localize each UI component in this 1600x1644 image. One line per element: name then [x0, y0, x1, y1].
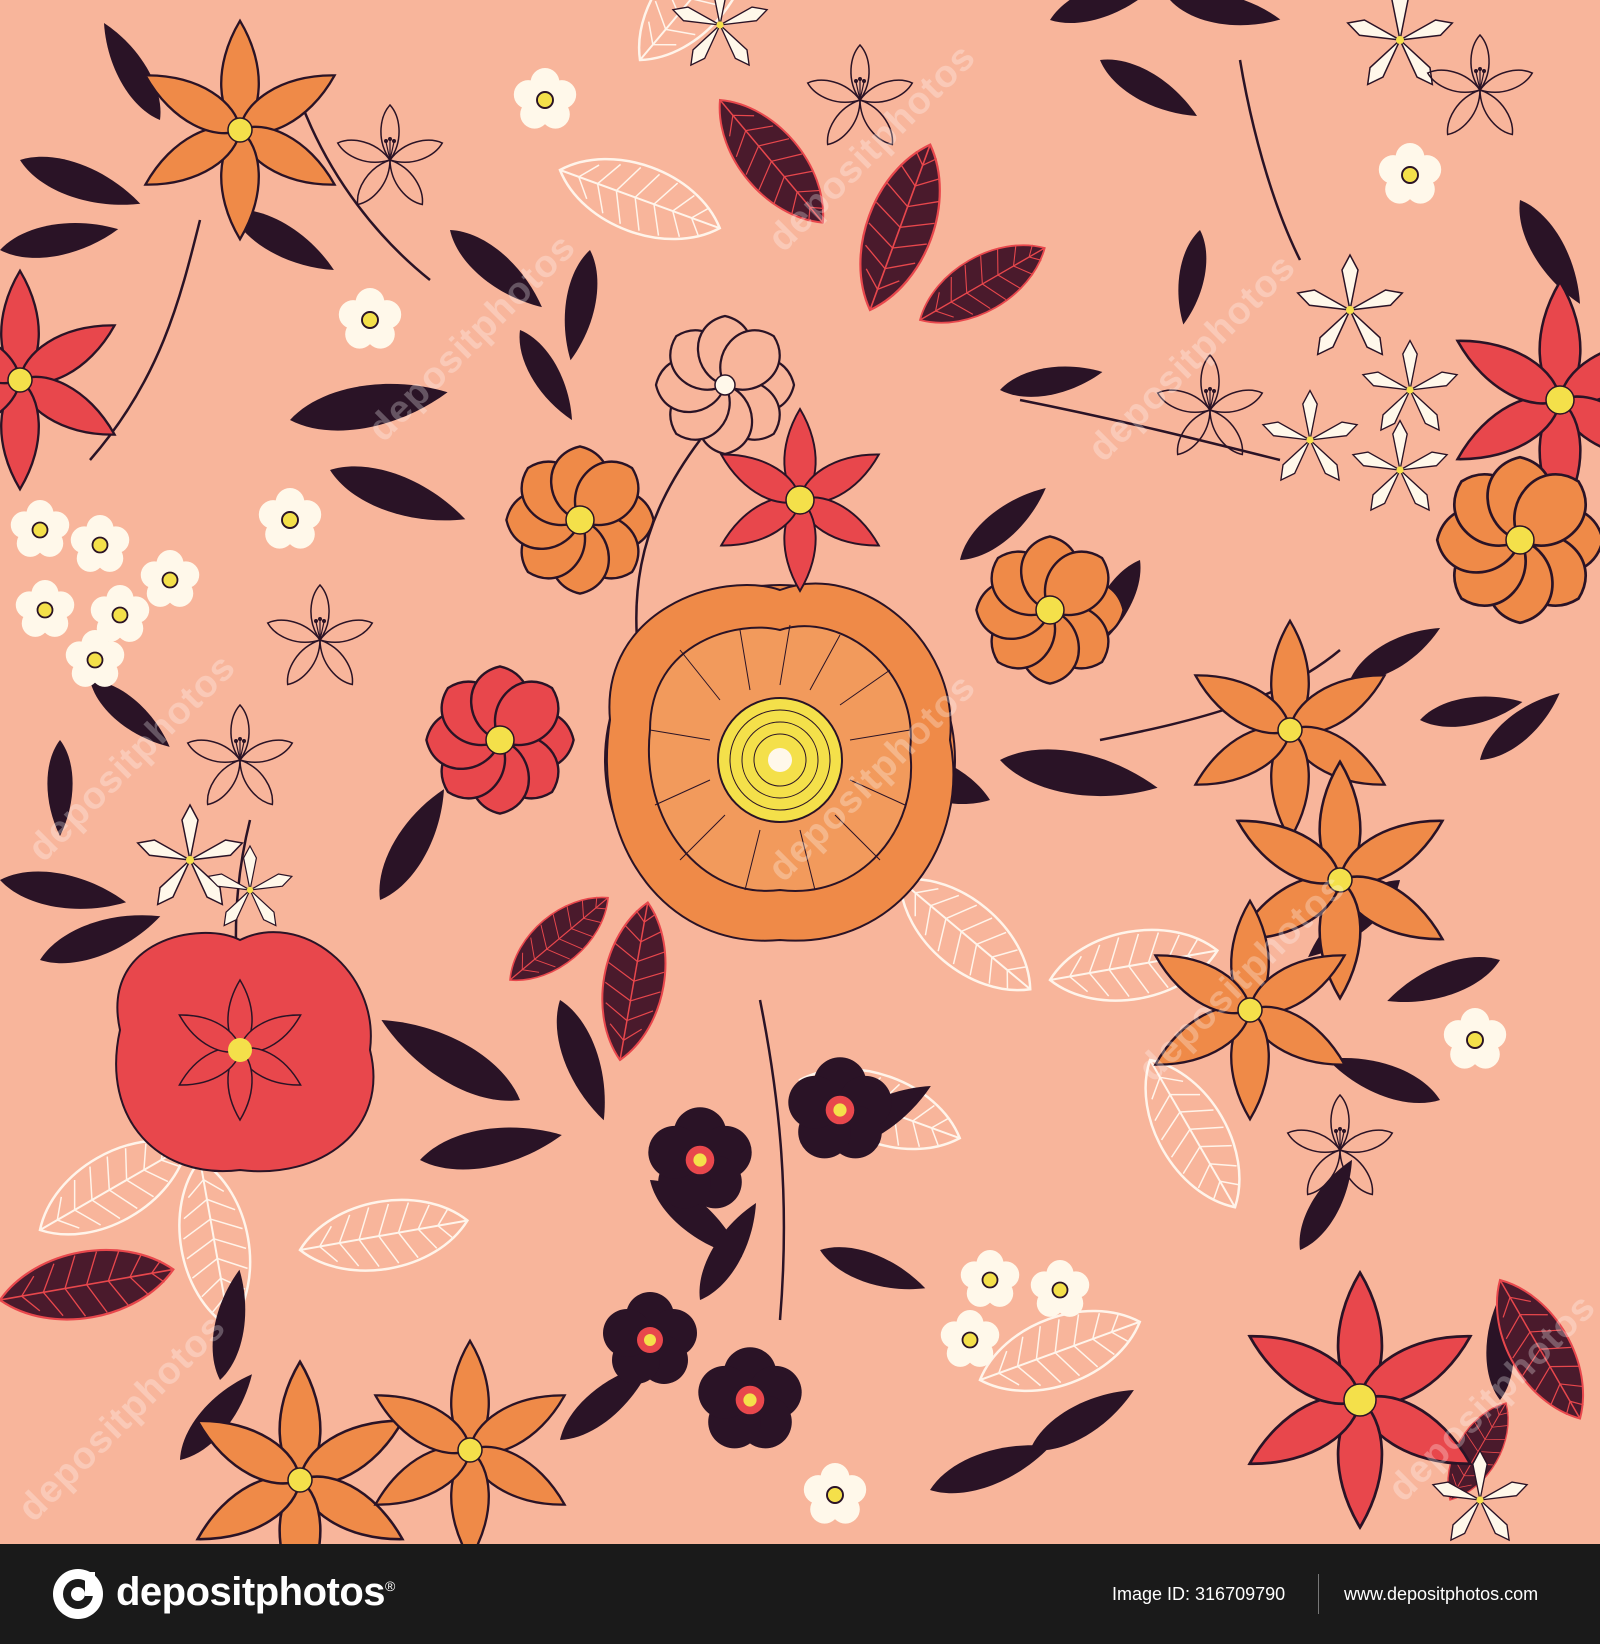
coral-rose-left — [115, 931, 375, 1173]
floral-pattern-artwork: depositphotos depositphotos depositphoto… — [0, 0, 1600, 1544]
central-peony — [604, 582, 956, 942]
orange-daisy-right — [976, 536, 1123, 683]
image-frame: depositphotos depositphotos depositphoto… — [0, 0, 1600, 1644]
orange-daisy-far-right — [1437, 457, 1600, 623]
footer-bar: depositphotos® Image ID: 316709790 www.d… — [0, 1544, 1600, 1644]
orange-daisy-upper — [506, 446, 653, 593]
footer-image-id: Image ID: 316709790 — [1112, 1584, 1286, 1604]
footer-brand-mark: ® — [385, 1578, 395, 1594]
footer-url[interactable]: www.depositphotos.com — [1344, 1580, 1538, 1608]
footer-brand: depositphotos® — [116, 1566, 395, 1618]
outline-daisy-top — [656, 316, 794, 454]
footer-divider — [1318, 1574, 1319, 1614]
floral-pattern-svg — [0, 0, 1600, 1544]
coral-daisy-left — [426, 666, 573, 813]
footer-brand-text: depositphotos — [116, 1570, 386, 1614]
depositphotos-logo-icon — [53, 1569, 103, 1619]
